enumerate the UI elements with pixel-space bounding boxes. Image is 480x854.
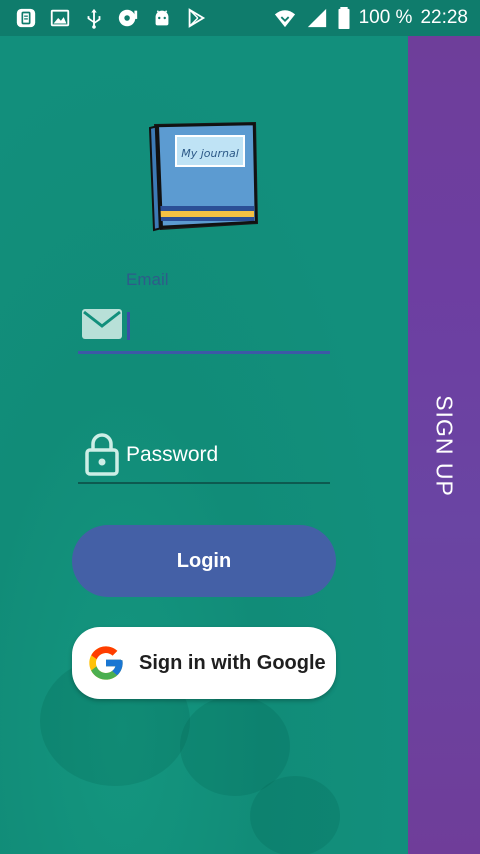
usb-icon xyxy=(82,6,106,30)
google-icon xyxy=(89,646,123,680)
logo-text: My journal xyxy=(181,147,239,160)
clock: 22:28 xyxy=(420,7,468,28)
signup-label: SIGN UP xyxy=(431,395,458,497)
status-bar: 100 % 22:28 xyxy=(0,0,480,36)
image-icon xyxy=(48,6,72,30)
play-store-icon xyxy=(184,6,208,30)
music-disc-icon xyxy=(116,6,140,30)
password-input[interactable]: Password xyxy=(126,443,218,467)
lock-icon xyxy=(85,433,119,476)
email-label: Email xyxy=(126,270,169,289)
background-texture xyxy=(250,776,340,854)
clipboard-icon xyxy=(14,6,38,30)
signup-tab[interactable]: SIGN UP xyxy=(408,36,480,854)
battery-icon xyxy=(337,6,351,30)
email-icon xyxy=(82,309,122,339)
wifi-icon xyxy=(273,6,297,30)
battery-percent: 100 % xyxy=(358,7,413,28)
google-button-label: Sign in with Google xyxy=(139,651,326,674)
email-input[interactable] xyxy=(78,351,330,354)
email-input-cursor[interactable] xyxy=(127,312,130,340)
signal-icon xyxy=(305,6,329,30)
login-button[interactable]: Login xyxy=(72,525,336,597)
journal-logo: My journal xyxy=(148,122,258,232)
android-icon xyxy=(150,6,174,30)
login-panel: My journal Email Password Login Sign in … xyxy=(0,36,408,854)
google-signin-button[interactable]: Sign in with Google xyxy=(72,627,336,699)
password-underline xyxy=(78,482,330,484)
